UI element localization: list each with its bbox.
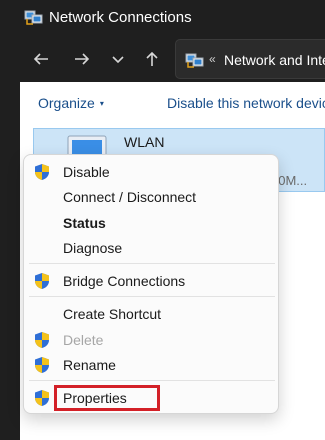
organize-label: Organize xyxy=(38,95,95,111)
menu-item-label: Connect / Disconnect xyxy=(63,189,197,205)
uac-shield-icon xyxy=(35,357,49,373)
context-menu: Disable Connect / Disconnect Status Diag… xyxy=(23,154,279,414)
menu-separator xyxy=(29,296,275,297)
menu-item-label: Delete xyxy=(63,332,104,348)
menu-item-label: Diagnose xyxy=(63,240,123,256)
disable-network-device-button[interactable]: Disable this network device xyxy=(167,95,325,111)
recent-locations-button[interactable] xyxy=(107,48,129,70)
arrow-right-icon xyxy=(75,53,90,65)
address-bar[interactable]: « Network and Internet xyxy=(175,39,325,79)
menu-separator xyxy=(29,263,275,264)
command-bar: Organize ▾ Disable this network device xyxy=(20,82,325,124)
menu-item-label: Create Shortcut xyxy=(63,306,162,322)
uac-shield-icon xyxy=(35,273,49,289)
uac-shield-icon xyxy=(35,390,49,406)
forward-button[interactable] xyxy=(71,48,93,70)
menu-item-disable[interactable]: Disable xyxy=(24,160,278,184)
network-connections-icon xyxy=(24,10,43,25)
breadcrumb-overflow-icon[interactable]: « xyxy=(209,50,216,68)
menu-item-label: Bridge Connections xyxy=(63,273,186,289)
uac-shield-icon xyxy=(35,332,49,348)
menu-item-create-shortcut[interactable]: Create Shortcut xyxy=(24,302,278,326)
menu-separator xyxy=(29,380,275,381)
organize-button[interactable]: Organize ▾ xyxy=(38,95,104,111)
navigation-pane-edge xyxy=(0,82,20,440)
menu-item-diagnose[interactable]: Diagnose xyxy=(24,236,278,260)
menu-item-label: Rename xyxy=(63,357,116,373)
menu-item-label: Disable xyxy=(63,164,110,180)
arrow-up-icon xyxy=(146,51,158,66)
menu-item-label: Status xyxy=(63,215,106,231)
title-bar: Network Connections xyxy=(0,0,325,36)
caret-down-icon: ▾ xyxy=(99,99,104,108)
chevron-down-icon xyxy=(112,56,124,64)
arrow-left-icon xyxy=(33,53,48,65)
back-button[interactable] xyxy=(30,48,52,70)
menu-item-connect-disconnect[interactable]: Connect / Disconnect xyxy=(24,185,278,209)
menu-item-bridge-connections[interactable]: Bridge Connections xyxy=(24,269,278,293)
menu-item-delete: Delete xyxy=(24,328,278,352)
uac-shield-icon xyxy=(35,164,49,180)
navigation-bar: « Network and Internet xyxy=(0,36,325,82)
properties-highlight-annotation xyxy=(54,385,160,411)
network-connections-icon xyxy=(185,53,204,68)
menu-item-rename[interactable]: Rename xyxy=(24,353,278,377)
connection-name: WLAN xyxy=(124,134,165,150)
up-button[interactable] xyxy=(141,48,163,70)
window-title: Network Connections xyxy=(49,9,192,26)
breadcrumb-network-and-internet[interactable]: Network and Internet xyxy=(224,51,325,69)
menu-item-status[interactable]: Status xyxy=(24,211,278,235)
